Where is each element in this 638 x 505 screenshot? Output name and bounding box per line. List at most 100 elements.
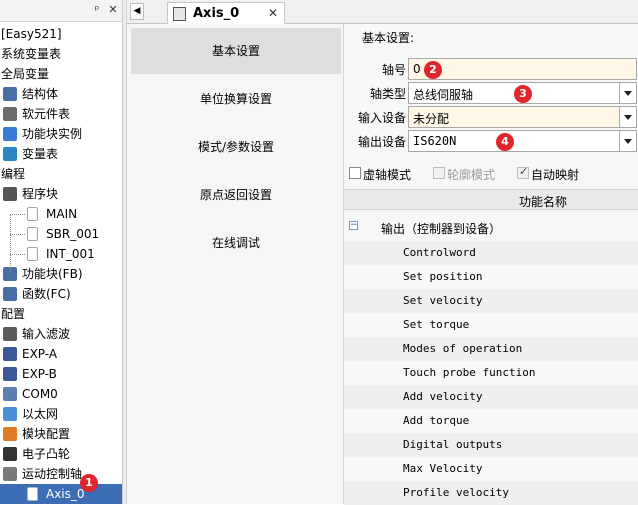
tree-item[interactable]: EXP-A bbox=[0, 344, 122, 364]
tree-item[interactable]: 结构体 bbox=[0, 84, 122, 104]
table-icon bbox=[3, 107, 17, 121]
output-group-label: 输出（控制器到设备） bbox=[381, 222, 502, 236]
field-value: 总线伺服轴 bbox=[413, 88, 474, 102]
close-tab-icon[interactable]: ✕ bbox=[268, 6, 278, 20]
tree-item-label: 软元件表 bbox=[22, 107, 71, 121]
struct-icon bbox=[3, 87, 17, 101]
tab-label: Axis_0 bbox=[193, 6, 240, 21]
tree-item[interactable]: Axis_0 bbox=[0, 484, 122, 504]
nav-mode-parameters[interactable]: 模式/参数设置 bbox=[131, 124, 341, 170]
function-row[interactable]: Add torque bbox=[344, 409, 638, 433]
function-row[interactable]: Set torque bbox=[344, 313, 638, 337]
setting-label: 轴类型 bbox=[369, 87, 406, 101]
chevron-down-icon[interactable] bbox=[619, 107, 636, 127]
setting-row: 轴类型 总线伺服轴 3 bbox=[344, 82, 638, 106]
tree-item[interactable]: 全局变量 bbox=[0, 64, 122, 84]
basic-settings-panel: 基本设置: 轴号 0 2 轴类型 总线伺服轴 3 输入设备 未分配 输出设备 IS620N 4 虚轴… bbox=[344, 24, 638, 505]
tree-item[interactable]: 变量表 bbox=[0, 144, 122, 164]
checkbox-box[interactable] bbox=[517, 165, 529, 179]
project-tree-panel: ᵖ ▾ ✕ [Easy521] 系统变量表全局变量结构体软元件表功能块实例变量表编… bbox=[0, 0, 123, 504]
function-name: Add torque bbox=[403, 414, 470, 427]
function-row[interactable]: Add velocity bbox=[344, 385, 638, 409]
function-row[interactable]: Touch probe function bbox=[344, 361, 638, 385]
tree-item[interactable]: 函数(FC) bbox=[0, 284, 122, 304]
program-file-icon bbox=[27, 207, 38, 221]
nav-homing-settings[interactable]: 原点返回设置 bbox=[131, 172, 341, 218]
tree-item[interactable]: 编程 bbox=[0, 164, 122, 184]
function-table-header: 功能名称 bbox=[344, 189, 638, 210]
tree-item[interactable]: 软元件表 bbox=[0, 104, 122, 124]
function-name: Controlword bbox=[403, 246, 476, 259]
nav-unit-conversion[interactable]: 单位换算设置 bbox=[131, 76, 341, 122]
chevron-down-icon[interactable] bbox=[619, 83, 636, 103]
tab-scroll-left-button[interactable]: ◀ bbox=[130, 3, 144, 20]
program-file-icon bbox=[27, 247, 38, 261]
setting-row: 输出设备 IS620N 4 bbox=[344, 130, 638, 154]
function-row[interactable]: Modes of operation bbox=[344, 337, 638, 361]
collapse-icon[interactable]: − bbox=[349, 221, 358, 230]
function-row[interactable]: Digital outputs bbox=[344, 433, 638, 457]
tree-item[interactable]: 配置 bbox=[0, 304, 122, 324]
field-value: IS620N bbox=[413, 134, 457, 148]
tree-item-label: 输入滤波 bbox=[22, 327, 71, 341]
checkbox-box[interactable] bbox=[349, 167, 361, 179]
axis-icon bbox=[173, 7, 186, 21]
close-panel-icon[interactable]: ✕ bbox=[106, 3, 120, 17]
function-row[interactable]: Set velocity bbox=[344, 289, 638, 313]
fb-instance-icon bbox=[3, 127, 17, 141]
tree-item[interactable]: 系统变量表 bbox=[0, 44, 122, 64]
tree-item-label: EXP-A bbox=[22, 347, 58, 361]
function-name: Set torque bbox=[403, 318, 470, 331]
tree-item[interactable]: 程序块 bbox=[0, 184, 122, 204]
tree-item[interactable]: 输入滤波 bbox=[0, 324, 122, 344]
function-row[interactable]: Controlword bbox=[344, 241, 638, 265]
tree-item-label: 函数(FC) bbox=[22, 287, 71, 301]
tree-item[interactable]: 模块配置 bbox=[0, 424, 122, 444]
tree-item-label: EXP-B bbox=[22, 367, 57, 381]
tree-item[interactable]: 以太网 bbox=[0, 404, 122, 424]
checkbox-box[interactable] bbox=[433, 167, 445, 179]
tree-item-label: 系统变量表 bbox=[1, 47, 62, 61]
expansion-icon bbox=[3, 347, 17, 361]
function-name: Touch probe function bbox=[403, 366, 536, 379]
output-device-select[interactable]: IS620N bbox=[408, 130, 637, 152]
ethernet-icon bbox=[3, 407, 17, 421]
annotation-badge-1: 1 bbox=[80, 474, 98, 492]
variable-table-icon bbox=[3, 147, 17, 161]
function-name: Add velocity bbox=[403, 390, 483, 403]
module-config-icon bbox=[3, 427, 17, 441]
fc-icon bbox=[3, 287, 17, 301]
function-name: Digital outputs bbox=[403, 438, 503, 451]
tree-item-label: 功能块(FB) bbox=[22, 267, 83, 281]
tree-item[interactable]: 功能块(FB) bbox=[0, 264, 122, 284]
cam-icon bbox=[3, 447, 17, 461]
input-device-select[interactable]: 未分配 bbox=[408, 106, 637, 128]
nav-online-debug[interactable]: 在线调试 bbox=[131, 220, 341, 266]
tree-item[interactable]: 功能块实例 bbox=[0, 124, 122, 144]
setting-label: 输出设备 bbox=[357, 135, 406, 149]
tree-item[interactable]: [Easy521] bbox=[0, 24, 122, 44]
pin-icon[interactable]: ᵖ bbox=[90, 3, 104, 17]
function-name: Set velocity bbox=[403, 294, 483, 307]
axis-number-field[interactable]: 0 bbox=[408, 58, 637, 80]
function-row[interactable]: Profile velocity bbox=[344, 481, 638, 505]
tree-item[interactable]: EXP-B bbox=[0, 364, 122, 384]
nav-basic-settings[interactable]: 基本设置 bbox=[131, 28, 341, 74]
function-row[interactable]: Max Velocity bbox=[344, 457, 638, 481]
function-name: Set position bbox=[403, 270, 483, 283]
function-row[interactable]: Set position bbox=[344, 265, 638, 289]
tab-axis-0[interactable]: Axis_0 ✕ bbox=[167, 2, 285, 25]
tree-item[interactable]: 运动控制轴 bbox=[0, 464, 122, 484]
tree-item-label: MAIN bbox=[46, 207, 78, 221]
axis-icon bbox=[27, 487, 38, 501]
document-tab-bar: ◀ Axis_0 ✕ bbox=[127, 0, 638, 25]
function-name: Profile velocity bbox=[403, 486, 509, 499]
output-group-row[interactable]: − 输出（控制器到设备） bbox=[344, 217, 638, 239]
program-block-icon bbox=[3, 187, 17, 201]
tree-item[interactable]: COM0 bbox=[0, 384, 122, 404]
chevron-down-icon[interactable] bbox=[619, 131, 636, 151]
tree-item-label: INT_001 bbox=[46, 247, 95, 261]
annotation-badge-3: 3 bbox=[514, 85, 532, 103]
setting-label: 输入设备 bbox=[357, 111, 406, 125]
tree-item[interactable]: 电子凸轮 bbox=[0, 444, 122, 464]
